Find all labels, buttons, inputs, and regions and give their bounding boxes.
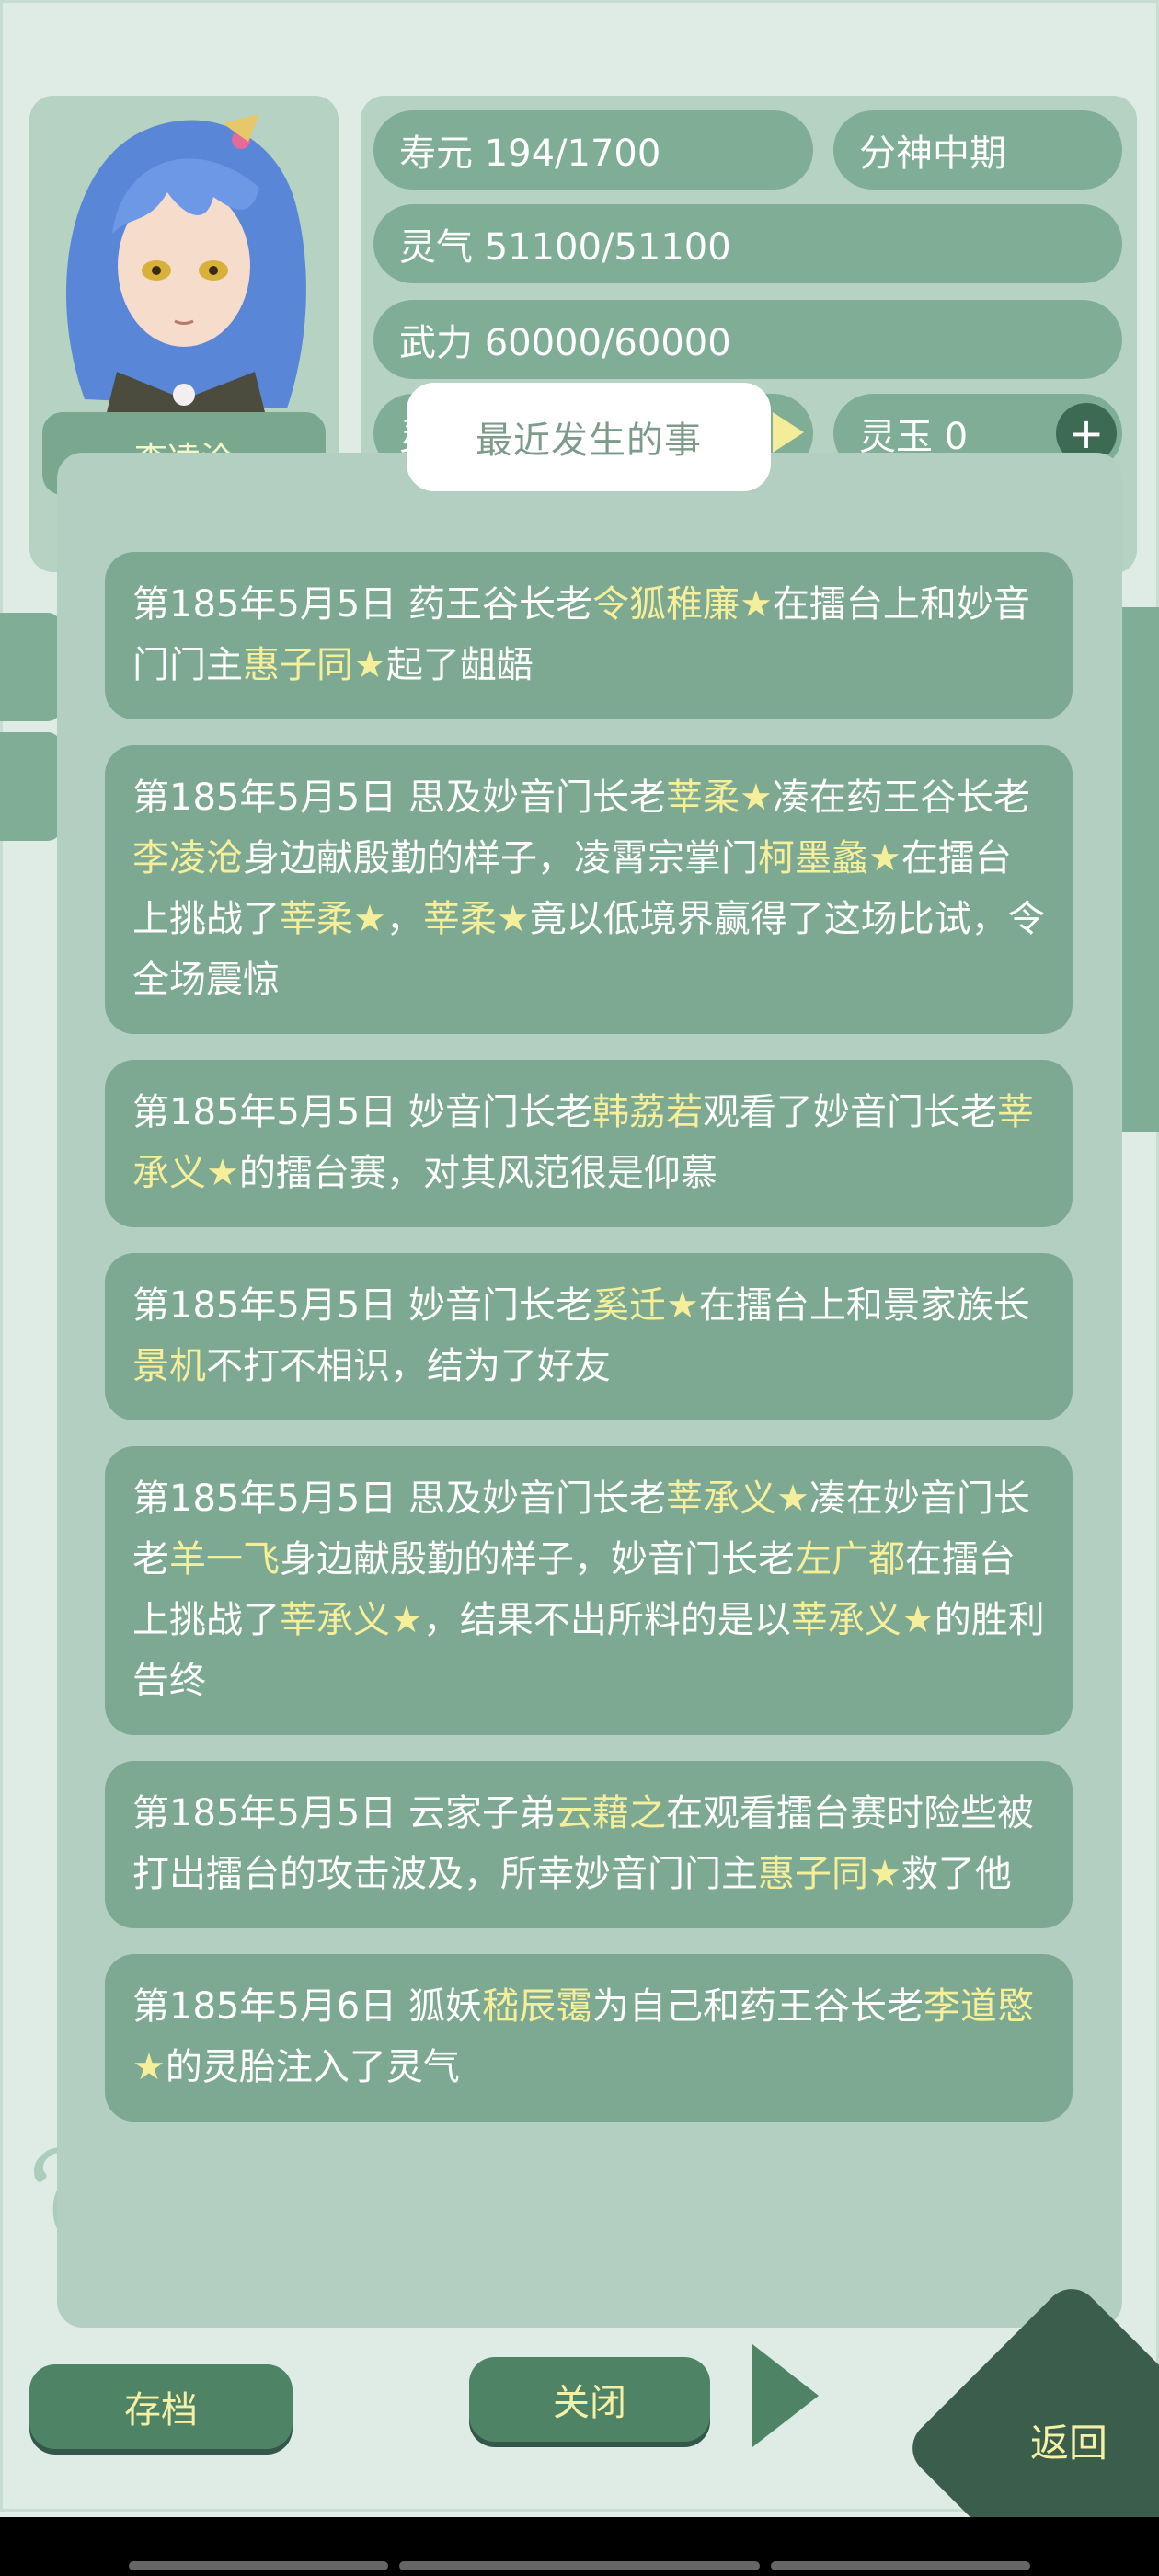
event-text: 身边献殷勤的样子，凌霄宗掌门 — [243, 837, 758, 880]
event-text: 第185年5月5日 妙音门长老 — [132, 1091, 592, 1133]
character-name-highlight: 莘承义 — [790, 1599, 901, 1641]
event-text: 不打不相识，结为了好友 — [206, 1345, 611, 1387]
force-stat: 武力 60000/60000 — [373, 300, 1122, 379]
star-icon: ★ — [496, 898, 530, 940]
character-name-highlight: 奚迁 — [591, 1284, 666, 1327]
event-text: 凑在药王谷长老 — [772, 776, 1030, 819]
event-text: 救了他 — [901, 1853, 1012, 1895]
side-tab-left-1[interactable] — [0, 613, 61, 721]
star-icon: ★ — [868, 1853, 901, 1895]
recent-events-modal: 第185年5月5日 药王谷长老令狐稚廉★在擂台上和妙音门门主惠子同★起了龃龉 第1… — [57, 453, 1122, 2328]
character-name-highlight: 惠子同 — [243, 644, 353, 686]
event-text: 第185年5月5日 妙音门长老 — [132, 1284, 592, 1327]
event-text: 第185年5月6日 狐妖 — [132, 1985, 482, 2028]
event-text: 起了龃龉 — [385, 644, 534, 686]
character-name-highlight: 莘承义 — [665, 1478, 776, 1520]
character-name-highlight: 惠子同 — [758, 1853, 868, 1895]
star-icon: ★ — [775, 1478, 809, 1520]
character-name-highlight: 莘承义 — [280, 1599, 390, 1641]
event-text: 的灵胎注入了灵气 — [165, 2046, 460, 2088]
close-button[interactable]: 关闭 — [469, 2357, 710, 2442]
event-text: ，结果不出所料的是以 — [422, 1599, 791, 1641]
nav-segment — [399, 2561, 760, 2570]
character-name-highlight: 柯墨蠡 — [758, 837, 868, 880]
star-icon: ★ — [206, 1152, 239, 1194]
character-name-highlight: 云藉之 — [555, 1792, 666, 1834]
character-name-highlight: 嵇辰霭 — [481, 1985, 592, 2028]
star-icon: ★ — [132, 2046, 166, 2088]
play-arrow-icon[interactable] — [773, 412, 804, 453]
star-icon: ★ — [901, 1599, 935, 1641]
event-text: 为自己和药王谷长老 — [591, 1985, 924, 2028]
event-card: 第185年5月5日 妙音门长老韩荔若观看了妙音门长老莘承义★的擂台赛，对其风范很… — [105, 1060, 1073, 1227]
side-tab-left-2[interactable] — [0, 732, 61, 841]
next-arrow-icon[interactable] — [752, 2344, 819, 2447]
star-icon: ★ — [739, 776, 773, 819]
star-icon: ★ — [390, 1599, 423, 1641]
event-text: 观看了妙音门长老 — [702, 1091, 997, 1133]
event-card: 第185年5月6日 狐妖嵇辰霭为自己和药王谷长老李道愍 ★的灵胎注入了灵气 — [105, 1954, 1073, 2122]
event-text: 第185年5月5日 药王谷长老 — [132, 583, 592, 626]
event-text: 第185年5月5日 思及妙音门长老 — [132, 1478, 666, 1520]
event-text: 第185年5月5日 云家子弟 — [132, 1792, 556, 1834]
star-icon: ★ — [665, 1284, 699, 1327]
star-icon: ★ — [353, 644, 386, 686]
qi-stat: 灵气 51100/51100 — [373, 204, 1122, 283]
event-card: 第185年5月5日 药王谷长老令狐稚廉★在擂台上和妙音门门主惠子同★起了龃龉 — [105, 552, 1073, 719]
character-name-highlight: 令狐稚廉 — [591, 583, 740, 626]
nav-segment — [771, 2561, 1030, 2570]
event-card: 第185年5月5日 云家子弟云藉之在观看擂台赛时险些被打出擂台的攻击波及，所幸妙… — [105, 1761, 1073, 1928]
star-icon: ★ — [868, 837, 901, 880]
character-name-highlight: 景机 — [132, 1345, 206, 1387]
character-name-highlight: 左广都 — [795, 1538, 905, 1581]
event-text: 的擂台赛，对其风范很是仰慕 — [238, 1152, 717, 1194]
back-button-label: 返回 — [1029, 2421, 1107, 2466]
event-text: ， — [385, 898, 423, 940]
character-name-highlight: 莘柔 — [422, 898, 497, 940]
event-list[interactable]: 第185年5月5日 药王谷长老令狐稚廉★在擂台上和妙音门门主惠子同★起了龃龉 第1… — [105, 552, 1073, 2147]
system-nav-bar — [0, 2517, 1159, 2576]
modal-title: 最近发生的事 — [407, 383, 771, 491]
event-card: 第185年5月5日 思及妙音门长老莘柔★凑在药王谷长老李凌沧身边献殷勤的样子，凌… — [105, 745, 1073, 1034]
realm-stat: 分神中期 — [833, 110, 1122, 190]
character-name-highlight: 韩荔若 — [591, 1091, 703, 1133]
character-name-highlight: 莘柔 — [665, 776, 740, 819]
event-text: 身边献殷勤的样子，妙音门长老 — [280, 1538, 795, 1581]
save-button[interactable]: 存档 — [29, 2364, 293, 2449]
event-card: 第185年5月5日 妙音门长老奚迁★在擂台上和景家族长景机不打不相识，结为了好友 — [105, 1253, 1073, 1420]
star-icon: ★ — [739, 583, 773, 626]
event-text: 第185年5月5日 思及妙音门长老 — [132, 776, 666, 819]
event-text: 在擂台上和景家族长 — [698, 1284, 1030, 1327]
character-name-highlight: 李凌沧 — [132, 837, 243, 880]
nav-segment — [129, 2561, 388, 2570]
character-name-highlight: 羊一飞 — [169, 1538, 280, 1581]
event-card: 第185年5月5日 思及妙音门长老莘承义★凑在妙音门长老羊一飞身边献殷勤的样子，… — [105, 1446, 1073, 1735]
character-name-highlight: 莘柔 — [280, 898, 353, 940]
lifespan-stat: 寿元 194/1700 — [373, 110, 813, 190]
star-icon: ★ — [353, 898, 386, 940]
character-name-highlight: 李道愍 — [923, 1985, 1034, 2028]
character-portrait — [29, 96, 339, 427]
